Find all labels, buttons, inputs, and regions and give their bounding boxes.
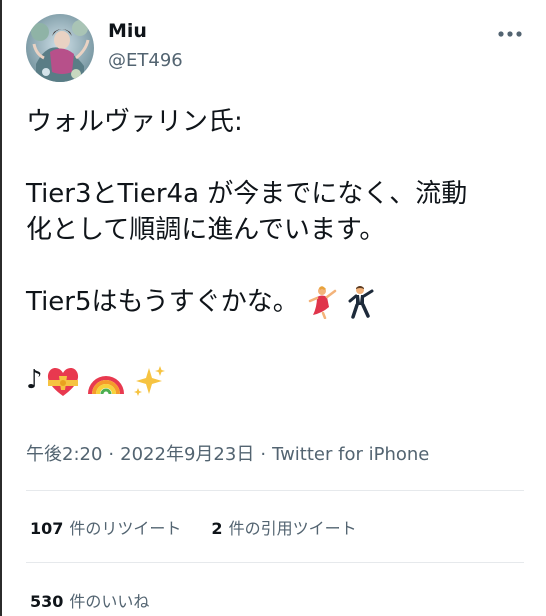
meta-separator: ·: [108, 444, 115, 465]
divider: [26, 490, 524, 491]
tweet-source-link[interactable]: Twitter for iPhone: [272, 444, 429, 465]
quote-tweets-stat[interactable]: 2 件の引用ツイート: [211, 519, 356, 538]
tweet-time[interactable]: 午後2:20: [26, 444, 102, 465]
meta-separator: ·: [260, 444, 267, 465]
tweet-metadata: 午後2:20 · 2022年9月23日 · Twitter for iPhone: [26, 440, 429, 466]
sparkles-emoji-icon: [133, 366, 165, 396]
more-dots-icon: [498, 31, 522, 37]
music-note: ♪: [26, 365, 43, 395]
tweet-line: 化として順調に進んでいます。: [26, 215, 386, 245]
tweet-date[interactable]: 2022年9月23日: [120, 444, 254, 465]
dancer-emoji-icon: [308, 286, 337, 319]
heart-ribbon-emoji-icon: [47, 367, 78, 396]
likes-stat[interactable]: 530 件のいいね: [30, 592, 149, 611]
retweets-count: 107: [30, 519, 64, 538]
tweet-line-with-emoji: Tier5はもうすぐかな。: [26, 284, 532, 320]
retweets-label: 件のリツイート: [69, 519, 182, 538]
author-handle[interactable]: @ET496: [108, 50, 183, 71]
more-options-button[interactable]: [496, 22, 524, 46]
avatar-illustration-icon: [26, 14, 94, 82]
tweet-text: ウォルヴァリン氏: Tier3とTier4a が今までになく、流動 化として順調…: [26, 104, 532, 398]
quotes-count: 2: [211, 519, 223, 538]
likes-label: 件のいいね: [69, 592, 150, 611]
avatar[interactable]: [26, 14, 94, 82]
left-edge-border: [0, 0, 2, 616]
quotes-label: 件の引用ツイート: [228, 519, 357, 538]
divider: [26, 562, 524, 563]
tweet-line: Tier3とTier4a が今までになく、流動: [26, 179, 468, 209]
rainbow-emoji-icon: [87, 376, 124, 395]
retweets-stat[interactable]: 107 件のリツイート: [30, 519, 181, 538]
tweet-likes-row: 530 件のいいね: [30, 588, 149, 612]
man-dancing-emoji-icon: [348, 286, 374, 319]
author-name[interactable]: Miu: [108, 20, 147, 42]
tweet-stats-row: 107 件のリツイート 2 件の引用ツイート: [30, 515, 357, 539]
likes-count: 530: [30, 592, 64, 611]
tweet-emoji-line: ♪: [26, 362, 532, 398]
tweet-line: ウォルヴァリン氏:: [26, 107, 243, 137]
tweet-line: Tier5はもうすぐかな。: [26, 287, 299, 317]
